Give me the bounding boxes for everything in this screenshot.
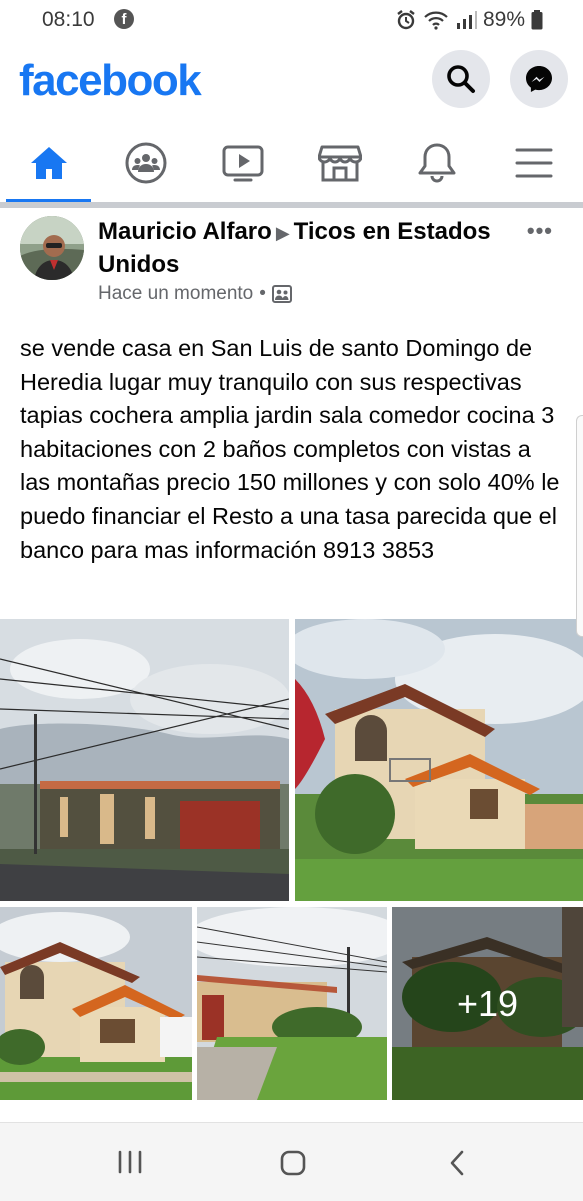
tab-watch[interactable] [194,124,291,202]
post-photo-5[interactable]: +19 [392,907,583,1100]
watch-icon [222,145,264,182]
back-icon[interactable] [448,1150,466,1176]
messenger-icon [526,66,552,92]
messenger-button[interactable] [510,50,568,108]
battery-percent: 89% [482,8,525,31]
post-author[interactable]: Mauricio Alfaro [98,218,272,245]
post-author-line: Mauricio Alfaro ▶ Ticos en Estados Unidos [98,216,518,280]
recent-apps-icon[interactable] [117,1150,143,1174]
tab-groups[interactable] [97,124,194,202]
signal-icon [456,11,477,29]
arrow-right-icon: ▶ [275,223,290,243]
main-tab-bar [0,124,583,203]
post-meta: Hace un momento • [98,283,292,305]
search-icon [447,65,475,93]
wifi-icon [424,11,448,30]
post-photo-3[interactable] [0,907,192,1100]
status-bar: 08:10 f 89% [0,0,583,40]
post-photo-4[interactable] [197,907,387,1100]
app-header: facebook [0,40,583,124]
groups-icon [125,142,167,184]
more-options-icon[interactable]: ••• [527,218,553,244]
avatar[interactable] [20,216,84,280]
tab-notifications[interactable] [389,124,486,202]
notifications-icon [418,143,456,183]
tab-menu[interactable] [486,124,583,202]
tab-home[interactable] [0,124,97,202]
more-photos-overlay[interactable]: +19 [392,907,583,1100]
menu-icon [515,148,553,178]
post-header: Mauricio Alfaro ▶ Ticos en Estados Unidos … [0,208,583,328]
facebook-logo[interactable]: facebook [19,56,202,106]
alarm-icon [397,10,415,30]
post-photo-1[interactable] [0,619,289,901]
post-photo-2[interactable] [295,619,583,901]
home-circle-icon[interactable] [280,1150,306,1176]
edge-panel-handle[interactable] [576,415,583,637]
system-navigation-bar [0,1122,583,1201]
facebook-notification-icon: f [114,9,134,29]
tab-marketplace[interactable] [292,124,389,202]
marketplace-icon [318,145,363,182]
battery-icon [531,10,543,30]
status-time: 08:10 [42,8,95,31]
group-audience-icon [271,285,292,303]
post-time[interactable]: Hace un momento [98,283,253,305]
home-icon [30,147,67,179]
search-button[interactable] [432,50,490,108]
post-text: se vende casa en San Luis de santo Domin… [20,335,560,563]
